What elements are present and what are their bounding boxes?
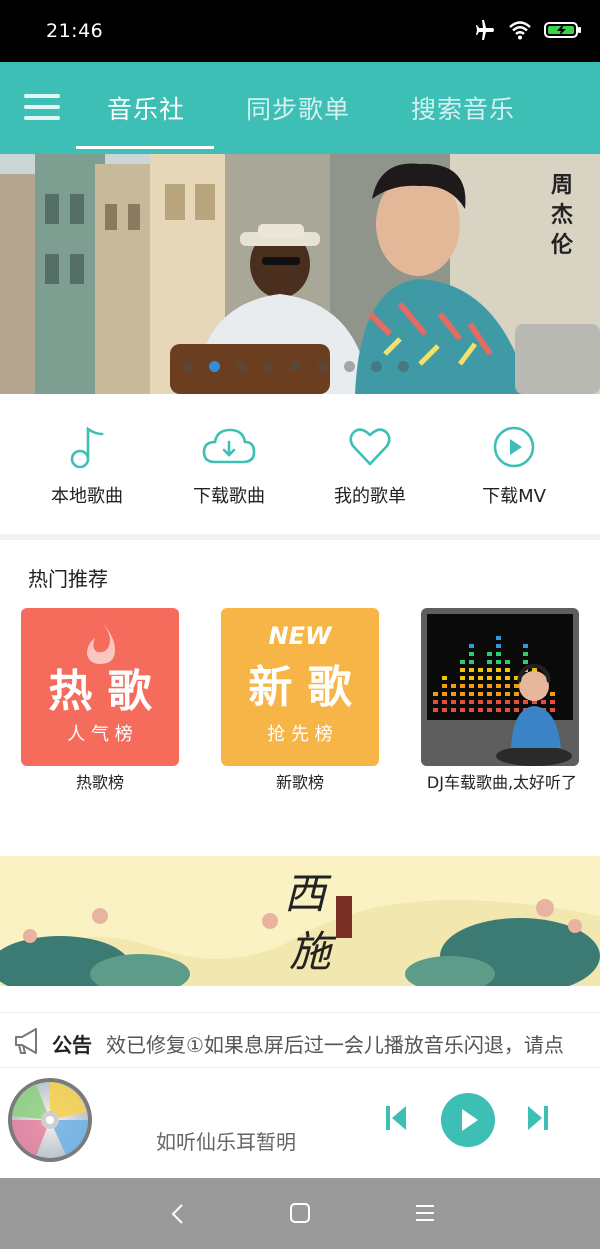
banner-dot[interactable] [344,361,355,372]
banner-image: 周 杰 伦 [0,154,600,394]
notice-label: 公告 [52,1033,92,1057]
banner-pagination [182,361,409,372]
recents-menu-icon[interactable] [414,1203,436,1223]
download-mv-button[interactable]: 下载MV [444,424,584,508]
hot-card-small-text: 人 气 榜 [67,724,132,745]
app-header: 音乐社 同步歌单 搜索音乐 [0,62,600,154]
banner-dot[interactable] [263,361,274,372]
my-playlist-button[interactable]: 我的歌单 [300,424,440,508]
play-button-icon[interactable] [440,1092,496,1148]
megaphone-icon [15,1028,37,1054]
battery-charging-icon [544,22,581,38]
airplane-icon [476,20,494,40]
dj-cover-image [421,614,579,766]
heart-icon [349,428,391,466]
banner-text-1: 周 [551,173,573,198]
banner-text-3: 伦 [551,232,574,258]
notice-bar[interactable]: 公告 效已修复①如果息屏后过一会儿播放音乐闪退，请点 [0,1012,600,1068]
hot-songs-cover: 热 歌 人 气 榜 [48,620,153,745]
notice-text: 效已修复①如果息屏后过一会儿播放音乐闪退，请点 [106,1033,564,1057]
home-icon[interactable] [289,1202,311,1224]
banner-dot[interactable] [371,361,382,372]
dj-songs-caption: DJ车载歌曲,太好听了 [426,773,578,792]
lotus-banner[interactable]: 西 施 [0,856,600,986]
system-nav-bar [0,1178,600,1249]
banner-dot[interactable] [290,361,301,372]
banner-text-2: 杰 [551,203,573,228]
banner-dot[interactable] [182,361,193,372]
banner-dot[interactable] [317,361,328,372]
my-playlist-label: 我的歌单 [334,486,406,507]
now-playing-title: 如听仙乐耳暂明 [156,1130,296,1154]
promo-banner[interactable]: 周 杰 伦 [0,154,600,394]
new-card-big-text: 新 歌 [248,662,352,713]
new-songs-cover: NEW 新 歌 抢 先 榜 [248,622,352,745]
new-songs-card[interactable]: NEW 新 歌 抢 先 榜 [221,608,379,766]
next-track-icon[interactable] [526,1104,550,1132]
mini-player: 如听仙乐耳暂明 [0,1068,600,1178]
new-songs-caption: 新歌榜 [275,773,324,792]
download-mv-label: 下载MV [482,486,546,507]
music-note-icon [70,426,104,469]
hot-recommend-title: 热门推荐 [28,567,108,591]
status-icons [474,20,582,40]
banner-dot[interactable] [236,361,247,372]
banner-dot[interactable] [398,361,409,372]
tab-search-music[interactable]: 搜索音乐 [411,90,515,126]
new-card-small-text: 抢 先 榜 [267,724,332,745]
wifi-icon [509,21,531,40]
dj-songs-card[interactable] [421,608,579,766]
hot-card-big-text: 热 歌 [48,666,152,717]
hot-songs-caption: 热歌榜 [75,773,124,792]
previous-track-icon[interactable] [384,1104,408,1132]
banner-dot[interactable] [209,361,220,372]
album-disc-icon[interactable] [6,1076,94,1164]
back-icon[interactable] [168,1202,188,1226]
status-time: 21:46 [46,20,104,42]
lotus-title-2: 施 [289,927,337,976]
divider [0,534,600,540]
hamburger-menu-icon[interactable] [24,94,60,124]
local-songs-button[interactable]: 本地歌曲 [17,424,157,508]
quick-actions: 本地歌曲 下载歌曲 我的歌单 下载MV [0,394,600,534]
play-circle-icon [493,426,535,468]
active-tab-indicator [76,146,214,149]
download-songs-button[interactable]: 下载歌曲 [159,424,299,508]
lotus-banner-image: 西 施 [0,869,600,986]
cloud-download-icon [202,428,256,464]
tab-music-club[interactable]: 音乐社 [107,90,185,126]
local-songs-label: 本地歌曲 [51,486,123,507]
hot-songs-card[interactable]: 热 歌 人 气 榜 [21,608,179,766]
lotus-title-1: 西 [284,869,332,918]
download-songs-label: 下载歌曲 [193,486,265,507]
new-badge-text: NEW [269,622,333,650]
tab-sync-playlist[interactable]: 同步歌单 [246,90,350,126]
status-bar: 21:46 [0,0,600,62]
